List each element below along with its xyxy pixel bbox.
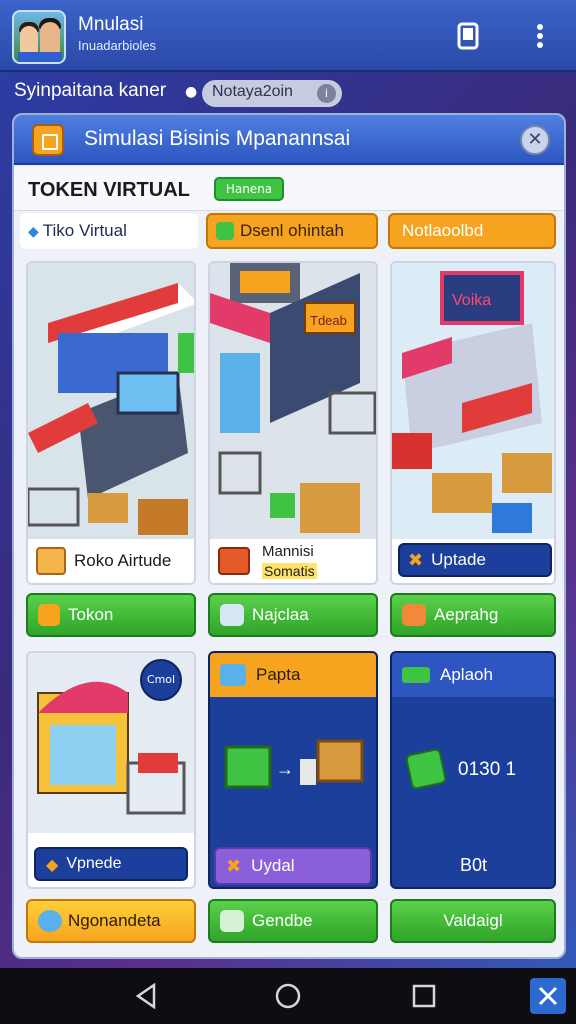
store-illustration: Tdeab (210, 263, 376, 539)
app-subtitle: Inuadarbioles (78, 38, 157, 53)
cart-icon (218, 547, 250, 575)
store-card-label: Roko Airtude (74, 551, 172, 570)
cart-icon (36, 547, 66, 575)
gendbe-button-label: Gendbe (252, 911, 313, 930)
more-vert-icon[interactable] (522, 18, 558, 54)
store-sign-center: Tdeab (310, 313, 347, 328)
puzzle-icon (220, 604, 244, 626)
app-title: Mnulasi (78, 14, 144, 35)
dot-separator: ● (185, 84, 198, 100)
vpnede-button-label: Vpnede (66, 855, 122, 872)
tokon-button[interactable]: Tokon (26, 593, 196, 637)
store-card-footer: Roko Airtude (28, 539, 194, 583)
gendbe-button[interactable]: Gendbe (208, 899, 378, 943)
puzzle-icon (38, 604, 60, 626)
ngonandeta-button-label: Ngonandeta (68, 911, 161, 930)
tab-tiko-virtual[interactable]: ◆ Tiko Virtual (20, 213, 198, 249)
token-row: TOKEN VIRTUAL Hanena (14, 167, 564, 211)
tools-icon[interactable] (530, 978, 566, 1014)
shop-card[interactable]: Cmol ◆ Vpnede (26, 651, 196, 889)
chat-icon (220, 910, 244, 932)
ticket-icon (402, 667, 430, 683)
store-card-1[interactable]: Roko Airtude (26, 261, 196, 585)
back-icon[interactable] (128, 978, 164, 1014)
exchange-illustration: → (224, 739, 364, 789)
chat-icon (38, 910, 62, 932)
app-avatar[interactable] (12, 10, 66, 64)
store-card-2[interactable]: Tdeab Mannisi Somatis (208, 261, 378, 585)
home-icon[interactable] (270, 978, 306, 1014)
aplaoh-card[interactable]: Aplaoh 0130 1 B0t (390, 651, 556, 889)
ngonandeta-button[interactable]: Ngonandeta (26, 899, 196, 943)
svg-text:→: → (276, 759, 294, 779)
aplaoh-header: Aplaoh (392, 653, 554, 697)
upgrade-button-label: Uptade (431, 550, 486, 569)
tab-label: Dsenl ohintah (240, 221, 344, 240)
box-icon (220, 664, 246, 686)
papta-header: Papta (210, 653, 376, 697)
wrench-icon: ✖ (408, 549, 424, 571)
recents-icon[interactable] (406, 978, 442, 1014)
store-card-label-line2: Somatis (262, 563, 317, 579)
leaf-icon (404, 747, 448, 791)
vpnede-button[interactable]: ◆ Vpnede (34, 847, 188, 881)
diamond-icon: ◆ (28, 222, 39, 239)
crossed-tools-icon: ✖ (226, 855, 242, 877)
valdaigl-button[interactable]: Valdaigl (390, 899, 556, 943)
store-illustration: Voika (392, 263, 554, 539)
tab-label: Tiko Virtual (42, 221, 127, 240)
copy-icon[interactable] (450, 18, 486, 54)
tab-dsenl[interactable]: Dsenl ohintah (206, 213, 378, 249)
valdaigl-button-label: Valdaigl (443, 911, 503, 930)
chevron-icon: ◆ (46, 854, 59, 874)
tokon-button-label: Tokon (68, 605, 114, 624)
window-icon (32, 124, 64, 156)
store-card-footer: ✖ Uptade (392, 539, 554, 583)
aplaoh-footer: B0t (460, 855, 488, 875)
simulation-panel: Simulasi Bisinis Mpanannsai ✕ TOKEN VIRT… (12, 113, 566, 959)
panel-header: Simulasi Bisinis Mpanannsai ✕ (14, 115, 564, 165)
tab-label: Notlaoolbd (402, 221, 484, 240)
close-icon[interactable]: ✕ (520, 125, 550, 155)
account-pill-label: Notaya2oin (212, 83, 293, 100)
store-illustration (28, 263, 194, 539)
cmol-badge-label: Cmol (146, 673, 176, 686)
account-pill[interactable]: Notaya2oin i (202, 80, 342, 107)
store-card-footer: Mannisi Somatis (210, 539, 376, 583)
papta-card[interactable]: Papta → ✖ Uydal (208, 651, 378, 889)
system-nav-bar (0, 968, 576, 1024)
najclaa-button-label: Najclaa (252, 605, 309, 624)
uydal-button[interactable]: ✖ Uydal (214, 847, 372, 885)
app-bar: Mnulasi Inuadarbioles (0, 0, 576, 72)
aplaoh-header-label: Aplaoh (440, 665, 493, 684)
store-sign-right: Voika (452, 292, 491, 309)
store-card-3[interactable]: Voika ✖ Uptade (390, 261, 556, 585)
aplaoh-value: 0130 1 (458, 759, 517, 780)
token-title: TOKEN VIRTUAL (28, 179, 190, 201)
store-card-label-line1: Mannisi (262, 543, 314, 560)
info-icon[interactable]: i (317, 84, 336, 103)
cmol-badge[interactable]: Cmol (140, 659, 182, 701)
tab-notlaoolbd[interactable]: Notlaoolbd (388, 213, 556, 249)
upgrade-button[interactable]: ✖ Uptade (398, 543, 552, 577)
uydal-button-label: Uydal (251, 856, 295, 875)
aeprahg-button[interactable]: Aeprahg (390, 593, 556, 637)
status-badge: Hanena (214, 177, 284, 201)
leaf-icon (216, 222, 234, 240)
tools-icon (402, 604, 426, 626)
aeprahg-button-label: Aeprahg (434, 605, 499, 624)
najclaa-button[interactable]: Najclaa (208, 593, 378, 637)
papta-header-label: Papta (256, 665, 301, 684)
panel-title: Simulasi Bisinis Mpanannsai (84, 127, 351, 150)
subbar-text: Syinpaitana kaner (14, 80, 167, 101)
